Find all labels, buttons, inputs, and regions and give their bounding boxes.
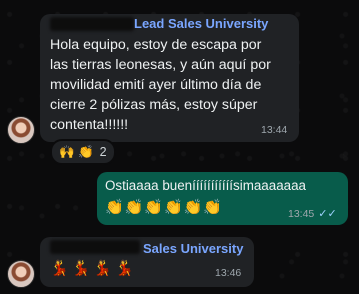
incoming-message-bubble[interactable]: Sales University 💃💃💃💃 13:46 xyxy=(40,237,254,287)
sender-avatar[interactable] xyxy=(7,116,35,144)
timestamp-text: 13:45 xyxy=(288,208,315,220)
message-text: Ostiaaaa buenííííííííííísimaaaaaaa xyxy=(105,178,306,193)
message-reactions[interactable]: 🙌 👏 2 xyxy=(50,139,116,165)
redacted-sender-prefix xyxy=(50,240,140,254)
message-line: cierre 2 pólizas más, estoy súper xyxy=(50,97,258,113)
message-timestamp: 13:46 xyxy=(215,267,242,279)
incoming-message-bubble[interactable]: Lead Sales University Hola equipo, estoy… xyxy=(40,14,299,142)
message-line: las tierras leonesas, y aún aquí por xyxy=(50,57,271,73)
reaction-count: 2 xyxy=(99,145,107,159)
message-timestamp: 13:44 xyxy=(261,124,288,136)
outgoing-message-bubble[interactable]: Ostiaaaa buenííííííííííísimaaaaaaa 👏👏👏👏👏… xyxy=(97,172,348,225)
sender-name[interactable]: Lead Sales University xyxy=(134,16,268,31)
dancer-icon: 💃💃💃💃 xyxy=(50,260,137,277)
message-line: Hola equipo, estoy de escapa por xyxy=(50,37,262,53)
sender-avatar[interactable] xyxy=(7,260,35,288)
redacted-sender-prefix xyxy=(50,17,134,31)
sender-name[interactable]: Sales University xyxy=(143,241,243,256)
clap-hands-icon: 🙌 👏 xyxy=(59,144,94,159)
message-text: Hola equipo, estoy de escapa por las tie… xyxy=(50,35,300,135)
read-receipt-icon: ✓✓ xyxy=(318,208,337,220)
message-line: movilidad emití ayer último día de xyxy=(50,77,262,93)
message-timestamp: 13:45 ✓✓ xyxy=(288,207,337,220)
clapping-hands-icon: 👏👏👏👏👏👏 xyxy=(105,199,224,216)
